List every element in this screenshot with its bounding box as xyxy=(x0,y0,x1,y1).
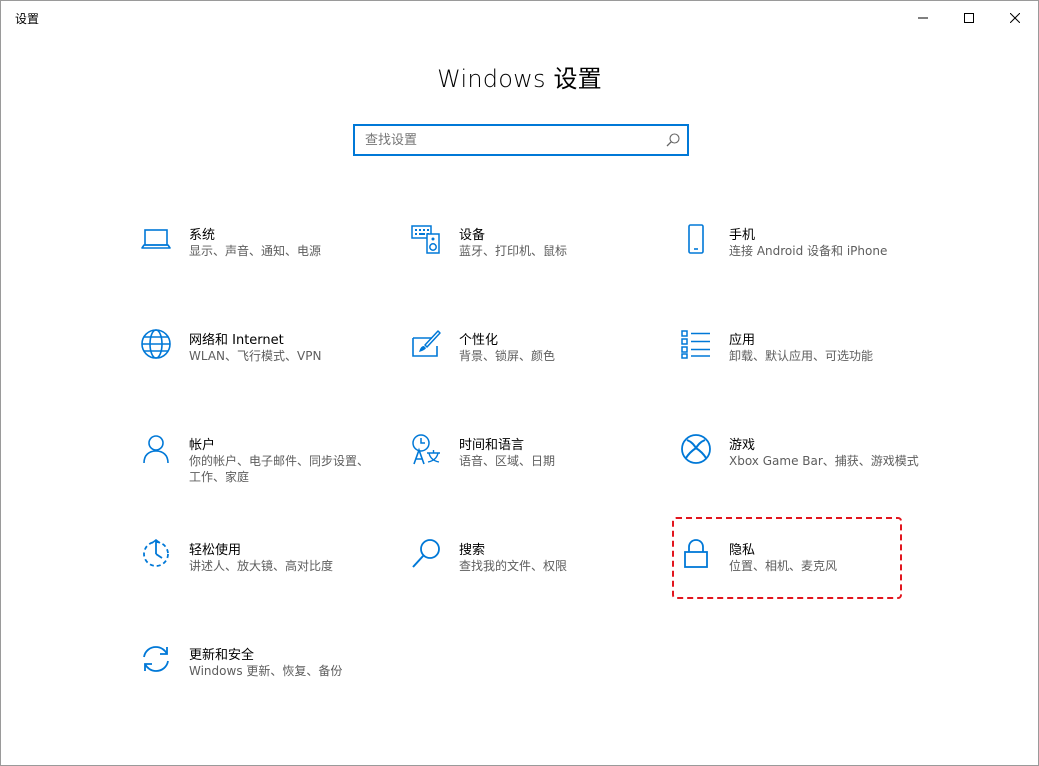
tile-title: 应用 xyxy=(729,333,756,348)
title-bar[interactable]: 设置 xyxy=(1,1,1038,34)
tile-devices[interactable]: 设备 蓝牙、打印机、鼠标 xyxy=(409,222,649,292)
tile-update-security[interactable]: 更新和安全 Windows 更新、恢复、备份 xyxy=(139,642,379,712)
window-title: 设置 xyxy=(15,12,40,26)
app-list-icon xyxy=(679,327,713,361)
tile-title: 手机 xyxy=(729,228,756,243)
tile-description: 连接 Android 设备和 iPhone xyxy=(729,244,888,258)
tile-description: 卸载、默认应用、可选功能 xyxy=(729,349,874,363)
maximize-button[interactable] xyxy=(946,1,992,34)
tile-search[interactable]: 搜索 查找我的文件、权限 xyxy=(409,537,649,607)
tile-personalization[interactable]: 个性化 背景、锁屏、颜色 xyxy=(409,327,649,397)
close-icon xyxy=(1010,12,1020,23)
minimize-icon xyxy=(918,17,928,18)
tile-apps[interactable]: 应用 卸载、默认应用、可选功能 xyxy=(679,327,919,397)
tile-title: 帐户 xyxy=(189,438,216,453)
lock-icon xyxy=(679,537,713,571)
tile-title: 搜索 xyxy=(459,543,486,558)
person-icon xyxy=(139,432,173,466)
tile-ease-of-access[interactable]: 轻松使用 讲述人、放大镜、高对比度 xyxy=(139,537,379,607)
tile-description: 蓝牙、打印机、鼠标 xyxy=(459,244,568,258)
tile-gaming[interactable]: 游戏 Xbox Game Bar、捕获、游戏模式 xyxy=(679,432,919,502)
tile-description: 位置、相机、麦克风 xyxy=(729,559,838,573)
tile-description: 讲述人、放大镜、高对比度 xyxy=(189,559,334,573)
page-title: Windows 设置 xyxy=(437,65,602,93)
tile-system[interactable]: 系统 显示、声音、通知、电源 xyxy=(139,222,379,292)
tile-phone[interactable]: 手机 连接 Android 设备和 iPhone xyxy=(679,222,919,292)
tile-description: WLAN、飞行模式、VPN xyxy=(189,349,322,363)
tile-privacy[interactable]: 隐私 位置、相机、麦克风 xyxy=(679,537,919,607)
tile-description: Xbox Game Bar、捕获、游戏模式 xyxy=(729,454,919,468)
tile-title: 系统 xyxy=(189,228,216,243)
tile-description: 语音、区域、日期 xyxy=(459,454,556,468)
tile-description: 显示、声音、通知、电源 xyxy=(189,244,322,258)
time-language-icon xyxy=(409,432,443,466)
laptop-icon xyxy=(139,222,173,256)
tile-title: 轻松使用 xyxy=(189,543,242,558)
ease-of-access-icon xyxy=(139,537,173,571)
tile-description: 你的帐户、电子邮件、同步设置、工作、家庭 xyxy=(189,454,370,484)
maximize-icon xyxy=(964,12,974,23)
phone-icon xyxy=(679,222,713,256)
search-input[interactable] xyxy=(355,126,659,154)
tile-description: 查找我的文件、权限 xyxy=(459,559,568,573)
search-magnifier-icon xyxy=(409,537,443,571)
keyboard-speaker-icon xyxy=(409,222,443,256)
tile-title: 更新和安全 xyxy=(189,648,255,663)
sync-icon xyxy=(139,642,173,676)
search-box[interactable] xyxy=(353,124,689,156)
tile-accounts[interactable]: 帐户 你的帐户、电子邮件、同步设置、工作、家庭 xyxy=(139,432,379,502)
tile-title: 网络和 Internet xyxy=(189,333,284,348)
tile-title: 个性化 xyxy=(459,333,499,348)
tile-title: 设备 xyxy=(459,228,486,243)
tile-description: Windows 更新、恢复、备份 xyxy=(189,664,343,678)
close-button[interactable] xyxy=(992,1,1038,34)
settings-window: 设置 Windows 设置 系统 显示、声音、通知、电源 xyxy=(0,0,1039,766)
tile-network[interactable]: 网络和 Internet WLAN、飞行模式、VPN xyxy=(139,327,379,397)
paint-brush-icon xyxy=(409,327,443,361)
tile-title: 隐私 xyxy=(729,543,756,558)
globe-icon xyxy=(139,327,173,361)
search-icon[interactable] xyxy=(659,126,687,154)
tile-title: 游戏 xyxy=(729,438,756,453)
minimize-button[interactable] xyxy=(900,1,946,34)
tile-description: 背景、锁屏、颜色 xyxy=(459,349,556,363)
tile-title: 时间和语言 xyxy=(459,438,525,453)
xbox-icon xyxy=(679,432,713,466)
tile-time-language[interactable]: 时间和语言 语音、区域、日期 xyxy=(409,432,649,502)
